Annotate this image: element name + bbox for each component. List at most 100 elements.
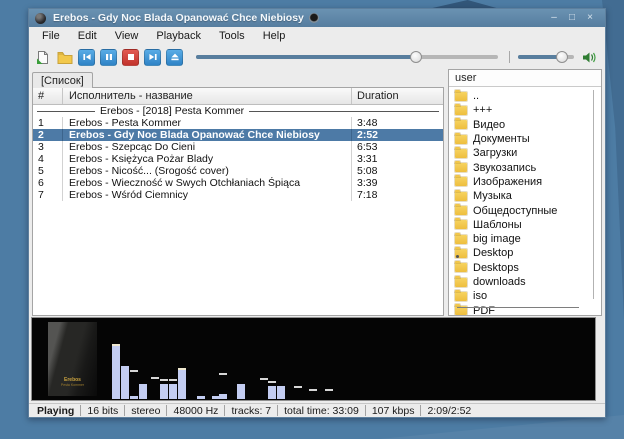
track-duration: 2:52 — [351, 129, 443, 141]
spectrum-bar — [121, 366, 129, 399]
track-num: 6 — [33, 177, 62, 189]
volume-thumb[interactable] — [556, 51, 568, 63]
folder-icon — [455, 106, 467, 115]
close-button[interactable]: × — [581, 9, 599, 27]
list-item[interactable]: Шаблоны — [449, 218, 601, 232]
track-duration: 5:08 — [351, 165, 443, 177]
track-title: Erebos - Szepcąc Do Cieni — [62, 141, 351, 153]
file-browser-location[interactable]: user — [449, 70, 601, 87]
track-title: Erebos - Księżyca Pożar Blady — [62, 153, 351, 165]
status-bar: Playing 16 bits stereo 48000 Hz tracks: … — [29, 403, 605, 417]
menu-file[interactable]: File — [33, 27, 69, 45]
track-title: Erebos - Nicość... (Srogość cover) — [62, 165, 351, 177]
list-item[interactable]: +++ — [449, 103, 601, 117]
menu-view[interactable]: View — [106, 27, 148, 45]
folder-label: Видео — [473, 119, 505, 131]
track-title: Erebos - Gdy Noc Blada Opanować Chce Nie… — [62, 129, 351, 141]
list-item[interactable]: Desktops — [449, 261, 601, 275]
list-item[interactable]: downloads — [449, 275, 601, 289]
window-title: Erebos - Gdy Noc Blada Opanować Chce Nie… — [53, 12, 304, 24]
vertical-scrollbar[interactable] — [593, 90, 594, 299]
list-item[interactable]: Desktop — [449, 246, 601, 260]
table-row[interactable]: 4 Erebos - Księżyca Pożar Blady 3:31 — [33, 153, 443, 165]
track-title: Erebos - Wieczność w Swych Otchłaniach Ś… — [62, 177, 351, 189]
table-row[interactable]: 7 Erebos - Wśród Ciemnicy 7:18 — [33, 189, 443, 201]
list-item[interactable]: Звукозапись — [449, 160, 601, 174]
list-item[interactable]: Общедоступные — [449, 203, 601, 217]
track-num: 1 — [33, 117, 62, 129]
folder-icon — [455, 135, 467, 144]
table-row[interactable]: 1 Erebos - Pesta Kommer 3:48 — [33, 117, 443, 129]
spectrum-bar — [160, 384, 168, 399]
list-item[interactable]: Музыка — [449, 189, 601, 203]
list-item[interactable]: Документы — [449, 132, 601, 146]
list-item[interactable]: .. — [449, 89, 601, 103]
previous-icon — [82, 52, 92, 62]
add-file-button[interactable] — [34, 49, 51, 66]
eject-button[interactable] — [166, 49, 183, 66]
next-button[interactable] — [144, 49, 161, 66]
tab-playlist[interactable]: [Список] — [32, 72, 93, 88]
seek-fill — [196, 55, 416, 59]
folder-label: +++ — [473, 104, 492, 116]
list-item[interactable]: PDF — [449, 303, 601, 316]
list-item[interactable]: big image — [449, 232, 601, 246]
pause-icon — [104, 52, 114, 62]
status-bitrate: 107 kbps — [366, 405, 421, 417]
list-item[interactable]: Загрузки — [449, 146, 601, 160]
menu-playback[interactable]: Playback — [147, 27, 210, 45]
folder-label: Музыка — [473, 190, 512, 202]
list-item[interactable]: iso — [449, 289, 601, 303]
stop-button[interactable] — [122, 49, 139, 66]
main-area: [Список] # Исполнитель - название Durati… — [29, 69, 605, 316]
spectrum-bar — [112, 344, 120, 399]
spectrum-peak-marker — [325, 389, 333, 391]
folder-label: Общедоступные — [473, 205, 557, 217]
previous-button[interactable] — [78, 49, 95, 66]
folder-label: Desktop — [473, 247, 513, 259]
seek-thumb[interactable] — [410, 51, 422, 63]
maximize-button[interactable]: □ — [563, 9, 581, 27]
menu-help[interactable]: Help — [254, 27, 295, 45]
group-line — [37, 111, 95, 112]
table-row[interactable]: 5 Erebos - Nicość... (Srogość cover) 5:0… — [33, 165, 443, 177]
column-header-num[interactable]: # — [33, 88, 62, 104]
titlebar[interactable]: Erebos - Gdy Noc Blada Opanować Chce Nie… — [29, 9, 605, 27]
folder-label: Desktops — [473, 262, 519, 274]
folder-icon — [455, 235, 467, 244]
spectrum-peak-marker — [169, 379, 177, 381]
volume-slider[interactable] — [518, 50, 574, 64]
title-speaker-icon — [309, 13, 319, 23]
column-header-title[interactable]: Исполнитель - название — [62, 88, 351, 104]
column-header-duration[interactable]: Duration — [351, 88, 443, 104]
open-directory-button[interactable] — [56, 49, 73, 66]
folder-icon — [455, 263, 467, 272]
list-item[interactable]: Видео — [449, 118, 601, 132]
folder-icon — [455, 249, 467, 258]
spectrum-peak-marker — [160, 379, 168, 381]
spectrum-analyzer — [32, 318, 595, 400]
table-row-selected[interactable]: 2 Erebos - Gdy Noc Blada Opanować Chce N… — [33, 129, 443, 141]
folder-icon — [455, 149, 467, 158]
track-duration: 6:53 — [351, 141, 443, 153]
list-item[interactable]: Изображения — [449, 175, 601, 189]
horizontal-scrollbar[interactable] — [457, 307, 579, 308]
menu-edit[interactable]: Edit — [69, 27, 106, 45]
track-title: Erebos - Wśród Ciemnicy — [62, 189, 351, 201]
track-num: 5 — [33, 165, 62, 177]
player-window: Erebos - Gdy Noc Blada Opanować Chce Nie… — [28, 8, 606, 418]
table-row[interactable]: 6 Erebos - Wieczność w Swych Otchłaniach… — [33, 177, 443, 189]
table-row[interactable]: 3 Erebos - Szepcąc Do Cieni 6:53 — [33, 141, 443, 153]
spectrum-bar — [139, 384, 147, 399]
seek-slider[interactable] — [196, 50, 498, 64]
folder-icon — [455, 177, 467, 186]
status-sample-rate: 48000 Hz — [167, 405, 224, 417]
minimize-button[interactable]: – — [545, 9, 563, 27]
playlist-column: [Список] # Исполнитель - название Durati… — [32, 69, 444, 316]
status-bit-depth: 16 bits — [81, 405, 124, 417]
status-elapsed-time: 2:09/2:52 — [421, 405, 477, 417]
folder-label: Загрузки — [473, 147, 517, 159]
menu-tools[interactable]: Tools — [210, 27, 254, 45]
folder-icon — [455, 192, 467, 201]
pause-button[interactable] — [100, 49, 117, 66]
